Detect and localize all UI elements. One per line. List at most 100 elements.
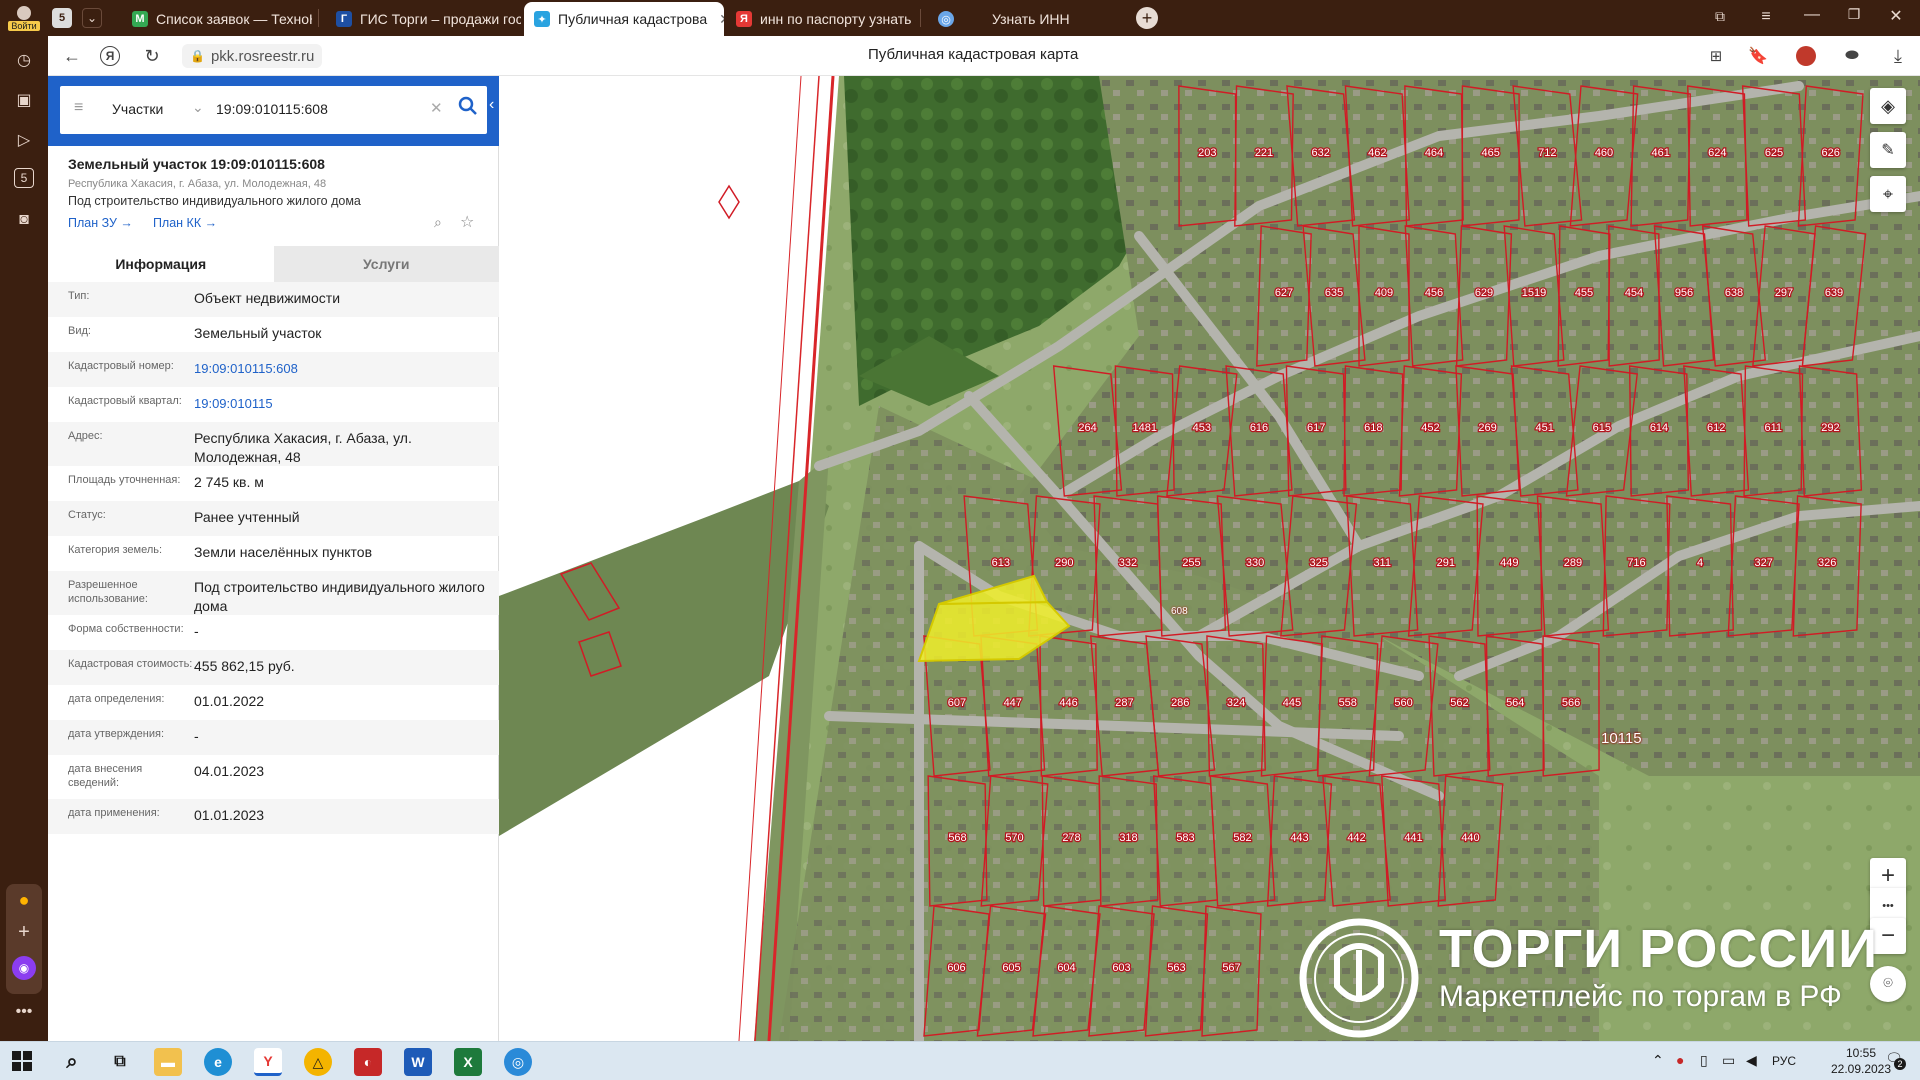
parcel-number-label: 465	[1481, 147, 1499, 159]
clear-search-icon[interactable]: ✕	[430, 99, 443, 117]
file-explorer-icon[interactable]: ▬	[154, 1048, 182, 1076]
task-view-icon[interactable]: ⧉	[106, 1048, 134, 1076]
layers-icon: ◈	[1881, 95, 1895, 116]
app-triangle-icon[interactable]: △	[304, 1048, 332, 1076]
url-field[interactable]: 🔒 pkk.rosreestr.ru	[182, 44, 323, 68]
parcel-number-label: 716	[1627, 557, 1645, 569]
reload-icon[interactable]: ↻	[140, 44, 164, 68]
browser-tab-strip: Войти 5 ⌄ M Список заявок — ТехноК Г ГИС…	[0, 0, 1920, 36]
cadastral-map[interactable]: 203 221 632 462 464 465 712 460 461 624 625 626 627 6…	[499, 76, 1920, 1041]
url-text: pkk.rosreestr.ru	[210, 47, 315, 65]
tab-manager-icon[interactable]: ⧉	[1710, 8, 1730, 28]
attribute-link[interactable]: 19:09:010115:608	[194, 359, 499, 387]
attribute-value: Объект недвижимости	[194, 290, 341, 306]
parcel-number-label: 613	[992, 557, 1010, 569]
close-tab-icon[interactable]: ✕	[719, 11, 724, 28]
add-panel-plus-icon[interactable]: +	[12, 920, 36, 944]
locate-control[interactable]: ⌖	[1870, 176, 1906, 212]
tab-list-chevron-icon[interactable]: ⌄	[82, 8, 102, 28]
tab-gis-torgi[interactable]: Г ГИС Торги – продажи гос	[326, 2, 521, 36]
address-bar: ← Я ↻ 🔒 pkk.rosreestr.ru Публичная кадас…	[48, 36, 1920, 76]
search-bar: ≡ Участки ⌄ 19:09:010115:608 ✕ ‹	[48, 76, 499, 146]
extensions-icon[interactable]: ⊞	[1704, 44, 1728, 68]
tray-volume-icon[interactable]: ◀	[1746, 1052, 1757, 1069]
history-clock-icon[interactable]: ◷	[12, 48, 36, 72]
parcel-number-label: 618	[1364, 422, 1382, 434]
map-imagery[interactable]: 203 221 632 462 464 465 712 460 461 624 625 626 627 6…	[499, 76, 1920, 1041]
tab-info[interactable]: Информация	[48, 246, 274, 282]
more-dots-icon[interactable]: •••	[12, 1000, 36, 1024]
profile-badge[interactable]: 5	[52, 8, 72, 28]
search-input[interactable]: 19:09:010115:608	[216, 101, 436, 117]
bookmark-icon[interactable]: 🔖	[1746, 44, 1770, 68]
mode-chevron-down-icon[interactable]: ⌄	[192, 99, 204, 116]
restore-icon[interactable]: ❐	[1844, 6, 1864, 26]
parcel-number-label: 616	[1250, 422, 1268, 434]
hamburger-menu-icon[interactable]: ≡	[74, 100, 90, 116]
attribute-label: Вид:	[68, 325, 91, 337]
back-arrow-icon[interactable]: ←	[60, 44, 84, 68]
login-button[interactable]: Войти	[4, 2, 44, 34]
parcel-number-label: 445	[1283, 697, 1301, 709]
attribute-row: Кадастровый номер: 19:09:010115:608	[48, 352, 499, 387]
collections-icon[interactable]: ▣	[12, 88, 36, 112]
app-red-icon[interactable]: ◐	[354, 1048, 382, 1076]
attribute-row: Тип: Объект недвижимости	[48, 282, 499, 317]
downloads-icon[interactable]: ⤓	[1886, 44, 1910, 68]
parcel-number-label: 264	[1078, 422, 1096, 434]
attribute-label: Кадастровая стоимость:	[68, 658, 193, 670]
attribute-link[interactable]: 19:09:010115	[194, 394, 499, 422]
collapse-panel-chevron-icon[interactable]: ‹	[489, 96, 499, 126]
alice-assistant-icon[interactable]: ◉	[12, 956, 36, 980]
parcel-number-label: 568	[948, 832, 966, 844]
ruler-control[interactable]: ✎	[1870, 132, 1906, 168]
parcel-number-label: 582	[1233, 832, 1251, 844]
tray-app-icon[interactable]: ●	[1676, 1052, 1684, 1068]
favorite-star-icon[interactable]: ☆	[460, 212, 474, 232]
tray-usb-icon[interactable]: ▯	[1700, 1052, 1708, 1069]
word-icon[interactable]: W	[404, 1048, 432, 1076]
close-window-icon[interactable]: ✕	[1886, 6, 1906, 26]
screenshot-icon[interactable]: ◙	[12, 208, 36, 232]
print-search-icon[interactable]: ⌕	[434, 214, 442, 231]
attribute-label: Адрес:	[68, 430, 103, 442]
edge-browser-icon[interactable]: e	[204, 1048, 232, 1076]
watermark: ТОРГИ РОССИИ Маркетплейс по торгам в РФ	[1297, 918, 1917, 1039]
search-icon[interactable]	[458, 96, 480, 118]
layers-control[interactable]: ◈	[1870, 88, 1906, 124]
tab-nalog-inn[interactable]: ◎ Узнать ИНН	[928, 2, 1118, 36]
search-taskbar-icon[interactable]: ⌕	[58, 1048, 86, 1076]
plan-zu-link[interactable]: План ЗУ →	[68, 216, 133, 230]
notification-icon[interactable]: 🗨 2	[1882, 1050, 1906, 1072]
plan-kk-link[interactable]: План КК →	[153, 216, 217, 230]
tab-techno[interactable]: M Список заявок — ТехноК	[122, 2, 312, 36]
weather-icon[interactable]: ●	[12, 888, 36, 912]
minimize-icon[interactable]: —	[1802, 6, 1822, 26]
browser-menu-icon[interactable]: ≡	[1756, 8, 1776, 28]
tray-network-icon[interactable]: ▭	[1722, 1052, 1735, 1069]
search-box: ≡ Участки ⌄ 19:09:010115:608 ✕	[60, 86, 487, 134]
parcel-number-label: 330	[1246, 557, 1264, 569]
tab-yandex-inn[interactable]: Я инн по паспорту узнать о	[726, 2, 916, 36]
yandex-browser-icon[interactable]: Y	[254, 1048, 282, 1076]
tab-services[interactable]: Услуги	[273, 246, 499, 282]
parcel-number-label: 456	[1425, 287, 1443, 299]
video-play-icon[interactable]: ▷	[12, 128, 36, 152]
search-mode-select[interactable]: Участки	[112, 101, 163, 117]
parcel-number-label: 203	[1198, 147, 1216, 159]
rail-badge[interactable]: 5	[14, 168, 34, 188]
parcel-number-label: 442	[1347, 832, 1365, 844]
vpn-shield-icon[interactable]: ⬬	[1840, 44, 1864, 68]
parcel-number-label: 607	[948, 697, 966, 709]
tray-language[interactable]: РУС	[1772, 1054, 1796, 1068]
parcel-number-label: 287	[1115, 697, 1133, 709]
excel-icon[interactable]: X	[454, 1048, 482, 1076]
app-blue-circle-icon[interactable]: ◎	[504, 1048, 532, 1076]
extension-avatar-icon[interactable]	[1796, 46, 1816, 66]
tab-rosreestr[interactable]: ✦ Публичная кадастрова ✕	[524, 2, 724, 36]
yandex-logo-icon[interactable]: Я	[100, 46, 120, 66]
watermark-subtitle: Маркетплейс по торгам в РФ	[1439, 980, 1842, 1013]
new-tab-plus-icon[interactable]: +	[1136, 7, 1158, 29]
tray-chevron-icon[interactable]: ⌃	[1652, 1052, 1664, 1069]
windows-start-icon[interactable]	[12, 1051, 34, 1073]
